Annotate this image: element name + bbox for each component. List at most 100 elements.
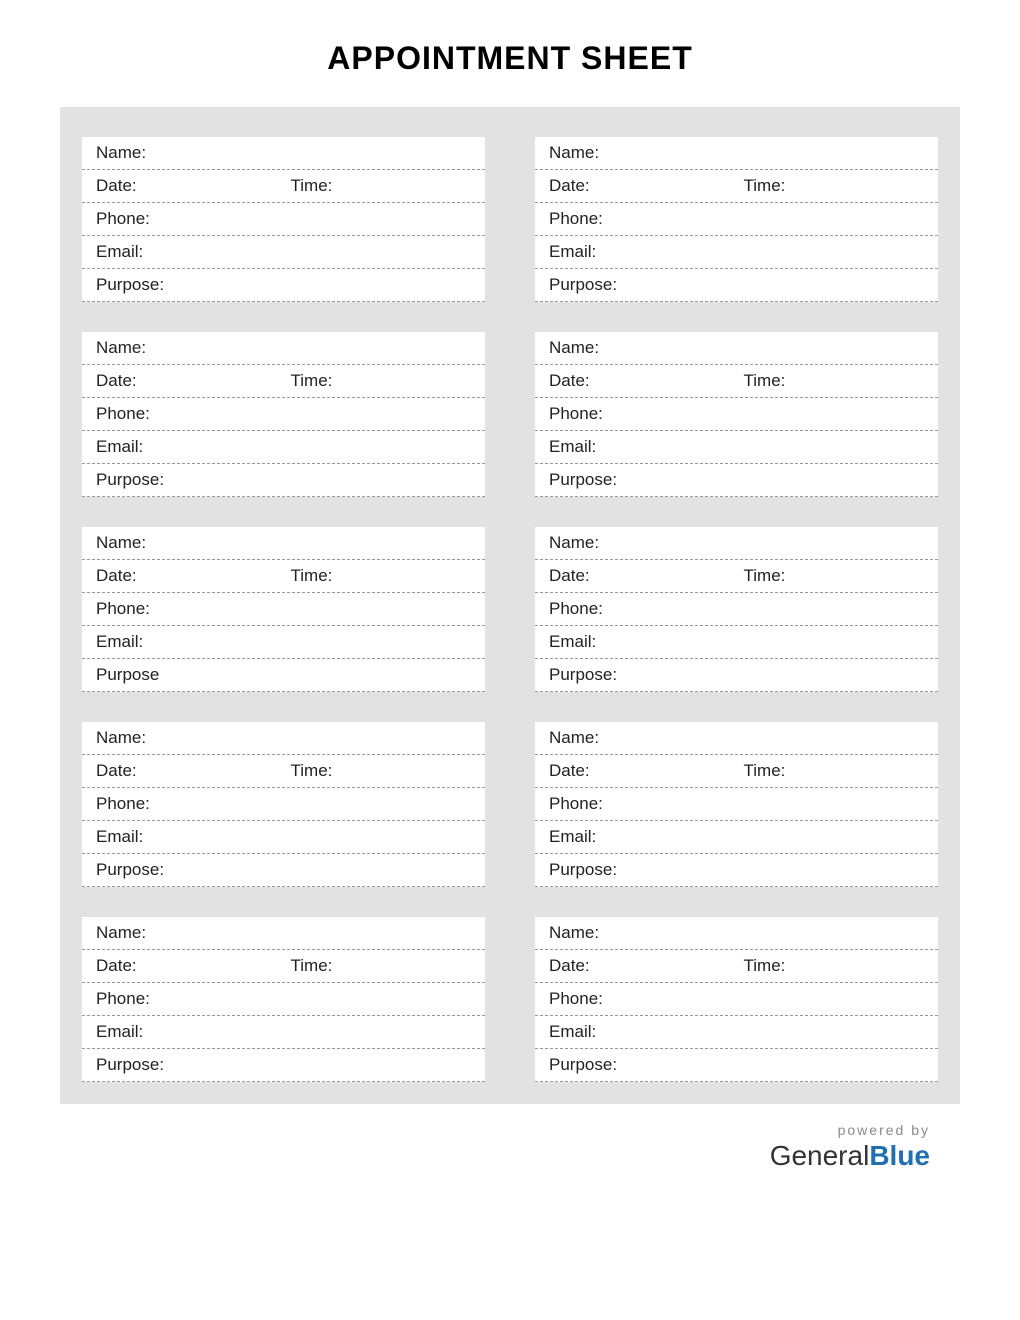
phone-label: Phone: (549, 989, 603, 1009)
undefined-row[interactable]: Date:Time: (535, 170, 938, 203)
phone-row[interactable]: Phone: (535, 203, 938, 236)
purpose-label: Purpose: (96, 470, 164, 490)
undefined-row[interactable]: Date:Time: (535, 560, 938, 593)
phone-row[interactable]: Phone: (535, 398, 938, 431)
name-row[interactable]: Name: (82, 917, 485, 950)
purpose-label: Purpose: (549, 470, 617, 490)
phone-row[interactable]: Phone: (535, 788, 938, 821)
phone-row[interactable]: Phone: (82, 788, 485, 821)
name-row[interactable]: Name: (535, 137, 938, 170)
email-label: Email: (549, 437, 596, 457)
email-row[interactable]: Email: (82, 431, 485, 464)
phone-label: Phone: (549, 404, 603, 424)
undefined-row[interactable]: Date:Time: (82, 755, 485, 788)
appointment-card: Name: Date:Time:Phone: Email: Purpose: (535, 527, 938, 692)
email-label: Email: (96, 437, 143, 457)
appointment-card: Name:Date:Time: Phone: Email:Purpose: (82, 722, 485, 887)
phone-label: Phone: (549, 794, 603, 814)
purpose-row[interactable]: Purpose: (82, 464, 485, 497)
phone-row[interactable]: Phone: (535, 593, 938, 626)
time-label: Time: (291, 176, 333, 195)
time-label: Time: (744, 371, 786, 390)
appointment-card: Name:Date:Time:Phone: Email: Purpose: (82, 917, 485, 1082)
email-row[interactable]: Email: (82, 236, 485, 269)
email-label: Email: (96, 632, 143, 652)
undefined-row[interactable]: Date: Time: (535, 365, 938, 398)
name-label: Name: (96, 533, 146, 553)
name-row[interactable]: Name: (535, 332, 938, 365)
appointment-card: Name:Date:Time:Phone: Email: Purpose: (82, 332, 485, 497)
purpose-row[interactable]: Purpose: (535, 1049, 938, 1082)
phone-label: Phone: (96, 794, 150, 814)
email-label: Email: (96, 1022, 143, 1042)
appointment-card: Name: Date:Time:Phone:Email: Purpose: (535, 137, 938, 302)
purpose-label: Purpose: (96, 275, 164, 295)
email-label: Email: (96, 242, 143, 262)
time-label: Time: (291, 566, 333, 585)
appointment-card: Name: Date: Time: Phone: Email: Purpose (82, 527, 485, 692)
date-label: Date: (96, 956, 137, 975)
email-row[interactable]: Email: (535, 1016, 938, 1049)
name-row[interactable]: Name: (82, 137, 485, 170)
purpose-row[interactable]: Purpose: (535, 854, 938, 887)
email-label: Email: (549, 827, 596, 847)
purpose-row[interactable]: Purpose: (535, 464, 938, 497)
name-label: Name: (549, 923, 599, 943)
name-row[interactable]: Name: (82, 332, 485, 365)
name-label: Name: (549, 338, 599, 358)
undefined-row[interactable]: Date: Time: (535, 755, 938, 788)
phone-row[interactable]: Phone: (82, 593, 485, 626)
date-label: Date: (549, 956, 590, 975)
name-label: Name: (549, 533, 599, 553)
purpose-row[interactable]: Purpose: (535, 269, 938, 302)
date-label: Date: (549, 566, 590, 585)
name-row[interactable]: Name: (82, 722, 485, 755)
phone-label: Phone: (96, 599, 150, 619)
purpose-label: Purpose: (549, 275, 617, 295)
email-row[interactable]: Email: (82, 821, 485, 854)
purpose-label: Purpose: (549, 860, 617, 880)
purpose-row[interactable]: Purpose: (535, 659, 938, 692)
purpose-label: Purpose: (549, 665, 617, 685)
purpose-row[interactable]: Purpose (82, 659, 485, 692)
email-row[interactable]: Email: (535, 626, 938, 659)
purpose-label: Purpose: (96, 1055, 164, 1075)
email-row[interactable]: Email: (535, 821, 938, 854)
purpose-row[interactable]: Purpose: (82, 269, 485, 302)
name-row[interactable]: Name: (535, 527, 938, 560)
phone-row[interactable]: Phone: (82, 983, 485, 1016)
phone-row[interactable]: Phone: (82, 203, 485, 236)
undefined-row[interactable]: Date: Time: (82, 560, 485, 593)
time-label: Time: (744, 761, 786, 780)
phone-row[interactable]: Phone: (82, 398, 485, 431)
name-row[interactable]: Name: (535, 722, 938, 755)
email-label: Email: (549, 632, 596, 652)
email-row[interactable]: Email: (535, 431, 938, 464)
credit-block: powered by GeneralBlue (60, 1122, 960, 1172)
date-label: Date: (96, 566, 137, 585)
email-row[interactable]: Email: (82, 626, 485, 659)
purpose-label: Purpose (96, 665, 159, 685)
brand-name: GeneralBlue (60, 1140, 930, 1172)
email-row[interactable]: Email: (82, 1016, 485, 1049)
undefined-row[interactable]: Date:Time: (82, 950, 485, 983)
appointment-card: Name: Date: Time: Phone: Email: Purpose: (535, 722, 938, 887)
undefined-row[interactable]: Date:Time: (82, 170, 485, 203)
date-label: Date: (549, 371, 590, 390)
phone-row[interactable]: Phone: (535, 983, 938, 1016)
purpose-row[interactable]: Purpose: (82, 1049, 485, 1082)
time-label: Time: (744, 176, 786, 195)
name-row[interactable]: Name: (535, 917, 938, 950)
purpose-row[interactable]: Purpose: (82, 854, 485, 887)
appointment-grid: Name:Date:Time:Phone:Email:Purpose:Name:… (82, 137, 938, 1082)
appointment-card: Name: Date: Time: Phone: Email: Purpose: (535, 332, 938, 497)
undefined-row[interactable]: Date:Time: (82, 365, 485, 398)
date-label: Date: (96, 371, 137, 390)
appointment-card: Name:Date:Time:Phone: Email: Purpose: (82, 137, 485, 302)
name-row[interactable]: Name: (82, 527, 485, 560)
undefined-row[interactable]: Date: Time: (535, 950, 938, 983)
time-label: Time: (744, 956, 786, 975)
name-label: Name: (549, 143, 599, 163)
date-label: Date: (549, 761, 590, 780)
email-row[interactable]: Email: (535, 236, 938, 269)
